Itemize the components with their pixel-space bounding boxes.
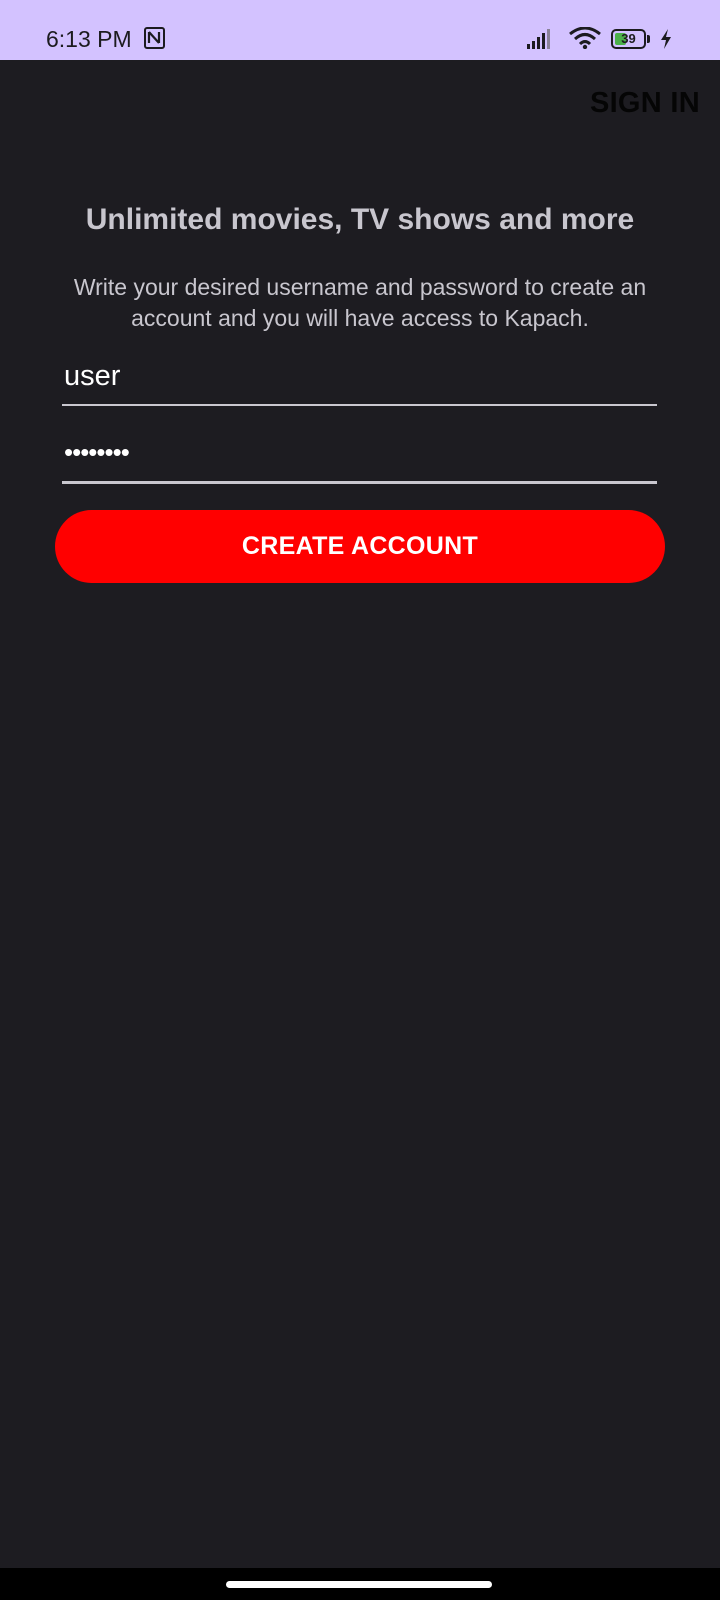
home-indicator[interactable] [226,1581,492,1588]
create-account-button[interactable]: CREATE ACCOUNT [55,510,665,583]
sign-in-button[interactable]: SIGN IN [590,84,700,122]
status-bar: 6:13 PM 39 [0,0,720,60]
battery-percentage: 39 [621,31,636,46]
username-value: user [64,360,121,392]
wifi-icon [569,27,601,49]
status-time: 6:13 PM [46,26,132,52]
username-field[interactable]: user [62,350,657,406]
page-title: Unlimited movies, TV shows and more [85,203,635,236]
username-underline [62,404,657,406]
description-text: Write your desired username and password… [73,274,647,331]
signal-icon [527,29,550,49]
battery-icon: 39 [611,29,646,49]
password-value: •••••••• [64,437,130,467]
password-underline [62,481,657,484]
battery-nub [647,35,650,43]
nfc-icon [144,27,165,49]
navigation-bar [0,1568,720,1600]
charging-icon [661,29,671,49]
password-field[interactable]: •••••••• [62,428,657,484]
